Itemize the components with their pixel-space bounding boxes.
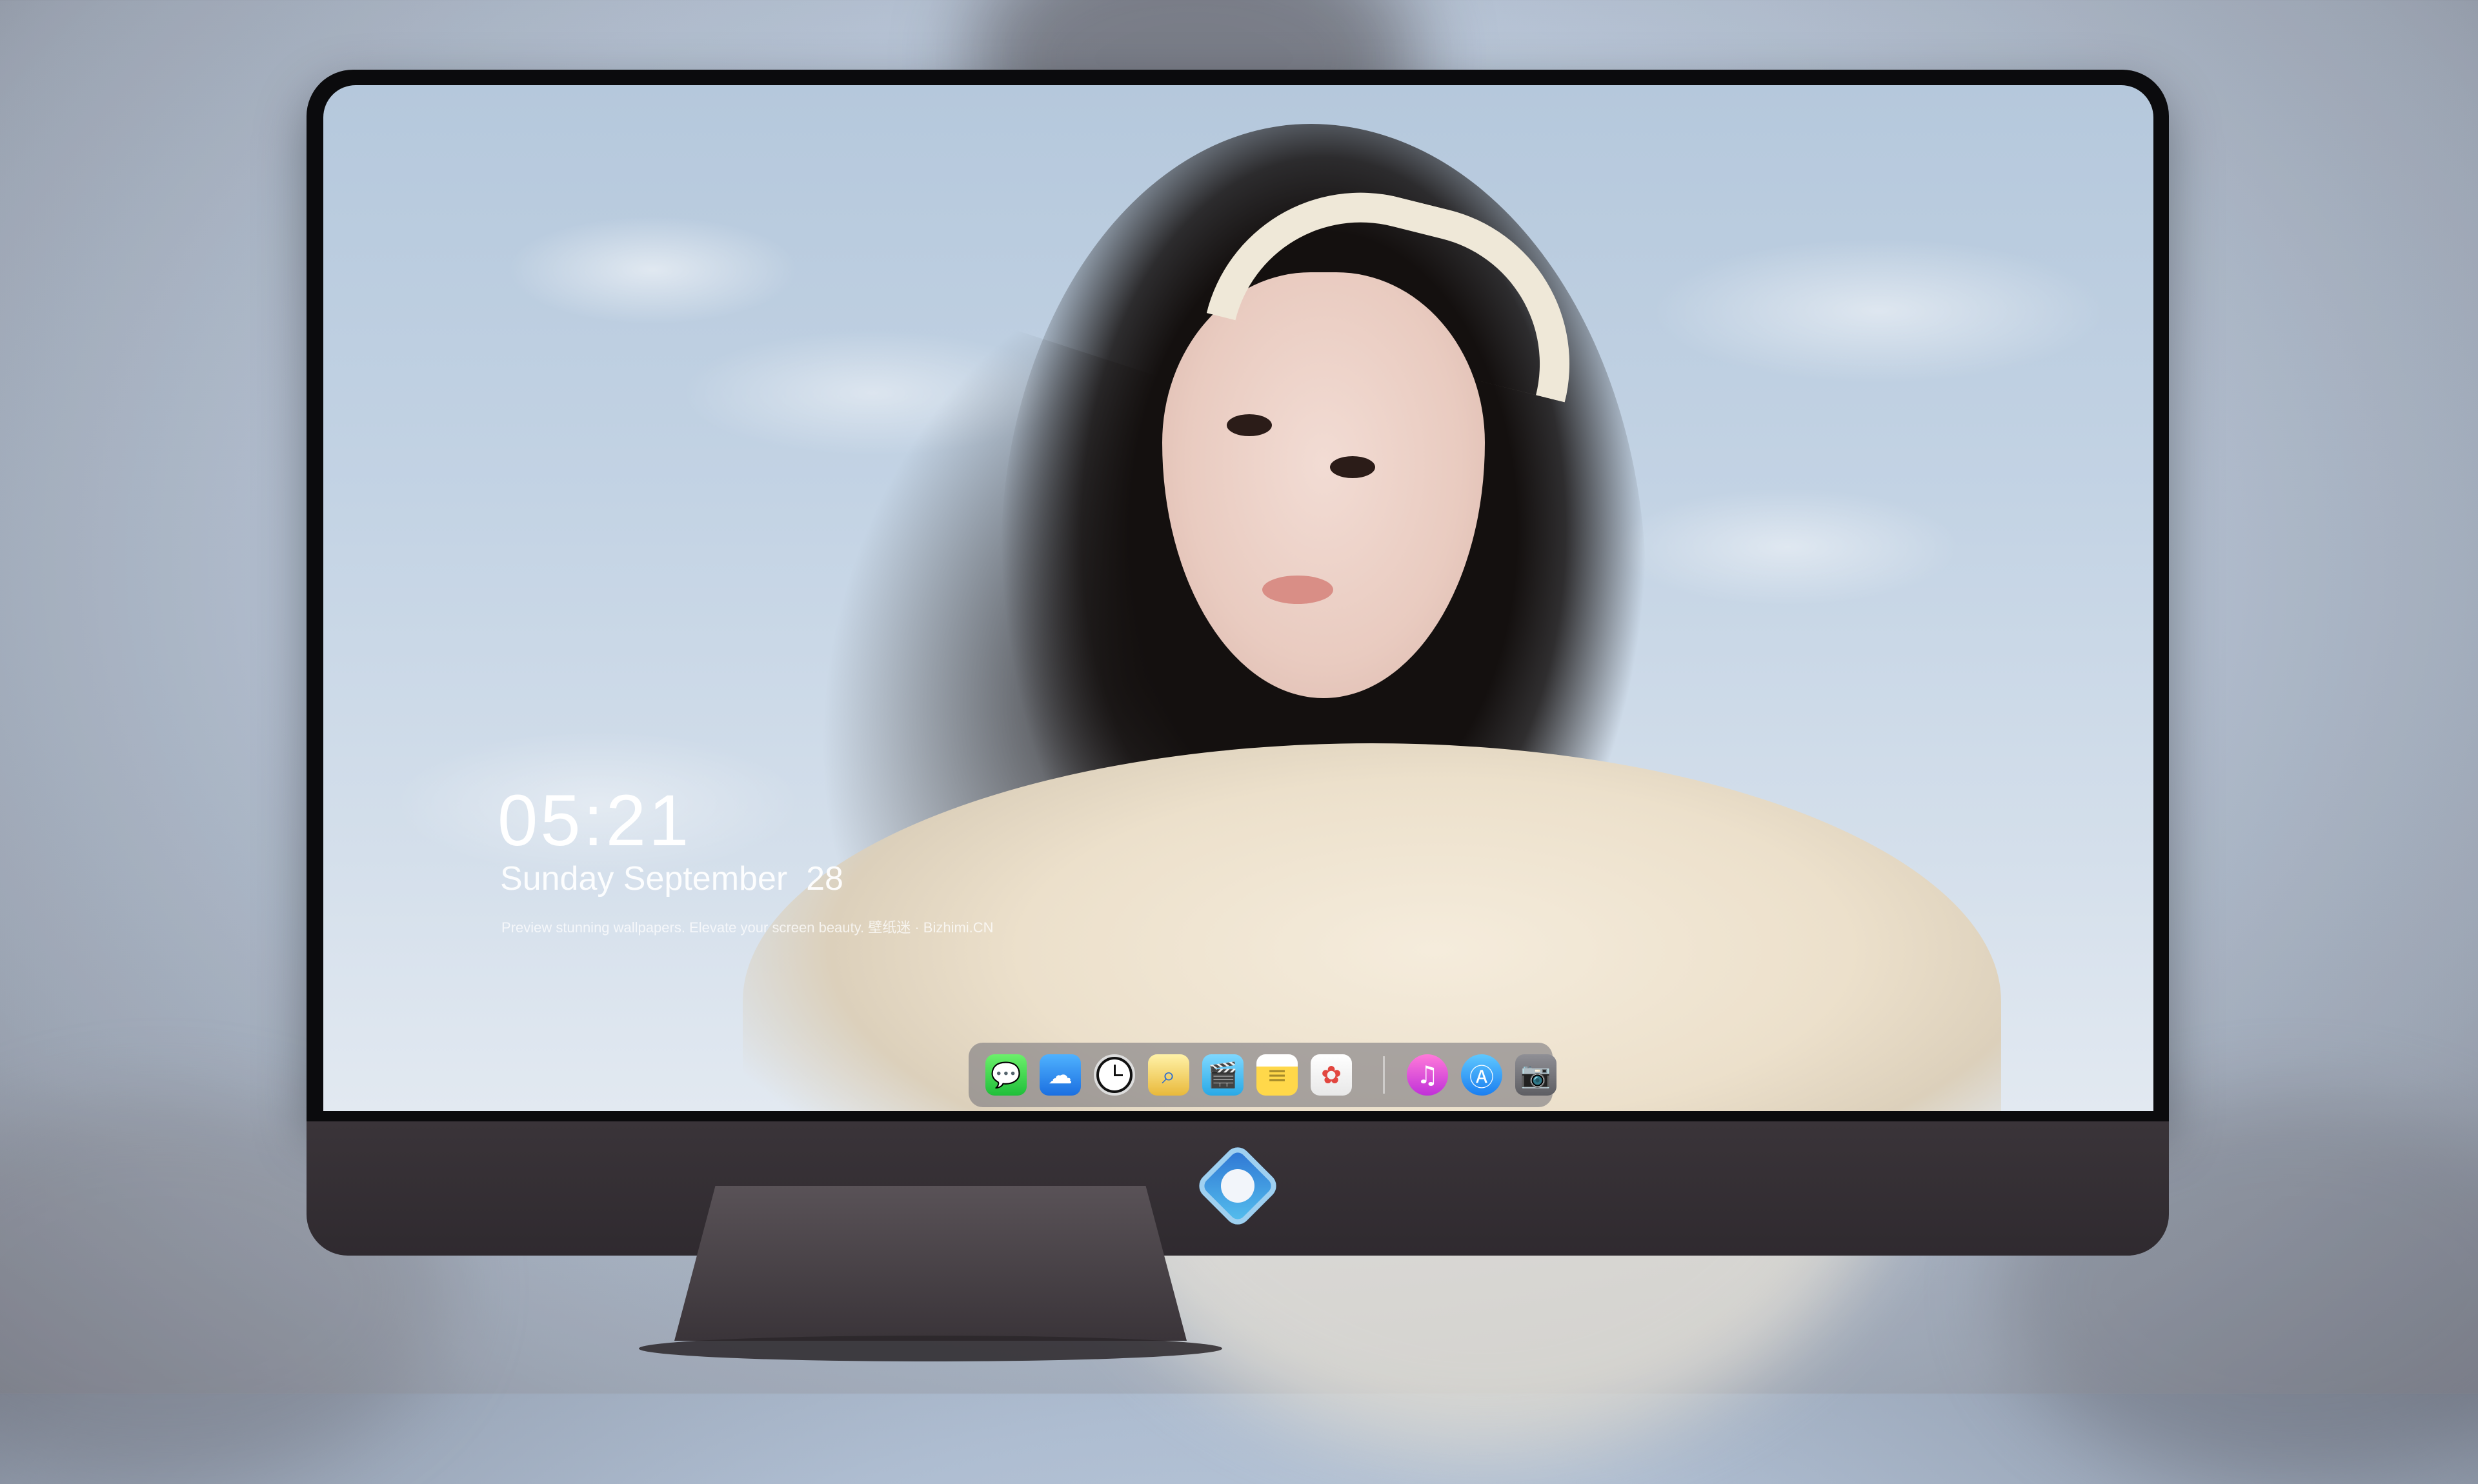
monitor-bezel: 05:21 Sunday September 28 Preview stunni… — [307, 70, 2169, 1121]
notes-icon[interactable]: ≡ — [1256, 1054, 1298, 1096]
wallpaper-lips — [1262, 576, 1333, 604]
preview-icon[interactable]: ⌕ — [1148, 1054, 1189, 1096]
monitor-stand — [674, 1186, 1187, 1341]
messages-icon[interactable]: 💬 — [985, 1054, 1027, 1096]
app-store-icon[interactable]: Ⓐ — [1461, 1054, 1502, 1096]
music-icon[interactable]: ♫ — [1407, 1054, 1448, 1096]
clips-icon[interactable]: 🎬 — [1202, 1054, 1244, 1096]
photos-icon[interactable]: ✿ — [1311, 1054, 1352, 1096]
wallpaper-eye — [1330, 456, 1375, 478]
camera-icon[interactable]: 📷 — [1515, 1054, 1556, 1096]
screen[interactable]: 05:21 Sunday September 28 Preview stunni… — [323, 85, 2153, 1111]
monitor-stand-base — [639, 1336, 1222, 1361]
lockscreen-date: Sunday September 28 — [500, 860, 843, 897]
lockscreen-time: 05:21 — [498, 780, 692, 861]
monitor-chin — [307, 1121, 2169, 1256]
clock-icon[interactable] — [1094, 1054, 1135, 1096]
dock-separator — [1383, 1056, 1385, 1094]
weather-icon[interactable]: ☁ — [1040, 1054, 1081, 1096]
brand-logo-icon — [1194, 1142, 1282, 1230]
dock: 💬 ☁ ⌕ 🎬 ≡ ✿ ♫ Ⓐ 📷 — [969, 1043, 1556, 1107]
wallpaper-eye — [1227, 414, 1272, 436]
lockscreen-tagline: Preview stunning wallpapers. Elevate you… — [501, 919, 994, 936]
monitor: 05:21 Sunday September 28 Preview stunni… — [307, 70, 2169, 1256]
